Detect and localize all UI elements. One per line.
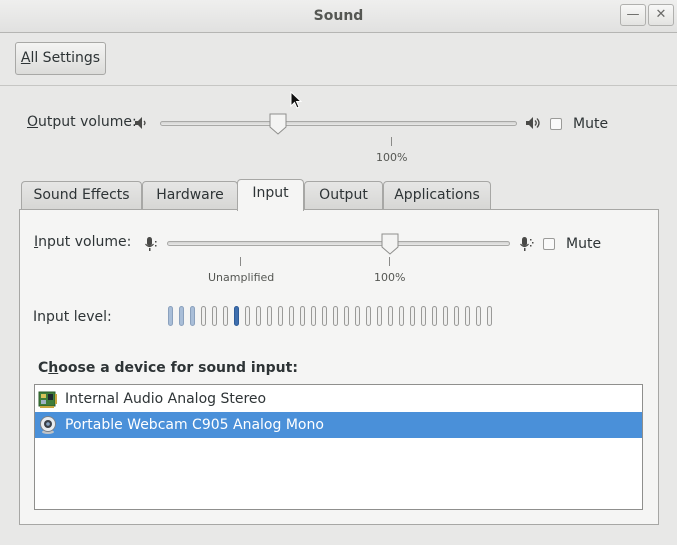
title-bar: Sound — ✕: [0, 0, 677, 33]
level-segment: [322, 306, 327, 326]
output-100-tick: [391, 137, 392, 146]
microphone-low-icon: [145, 237, 157, 251]
minimize-button[interactable]: —: [620, 4, 646, 26]
level-segment: [344, 306, 349, 326]
minimize-icon: —: [626, 7, 640, 22]
input-100-mark: 100%: [374, 271, 406, 284]
input-level-label: Input level:: [33, 309, 112, 325]
tab-output[interactable]: Output: [304, 181, 383, 210]
level-segment: [300, 306, 305, 326]
sound-card-icon: [38, 391, 57, 408]
speaker-low-icon: [135, 117, 146, 129]
level-segment: [421, 306, 426, 326]
level-segment: [388, 306, 393, 326]
unamplified-tick: [240, 257, 241, 266]
output-volume-slider[interactable]: [160, 121, 517, 126]
level-segment: [245, 306, 250, 326]
level-segment: [355, 306, 360, 326]
level-segment: [432, 306, 437, 326]
tab-input[interactable]: Input: [237, 179, 304, 211]
tab-hardware[interactable]: Hardware: [142, 181, 238, 210]
output-volume-label: Output volume:: [27, 114, 137, 130]
level-segment: [333, 306, 338, 326]
input-volume-slider[interactable]: [167, 241, 510, 246]
tab-applications[interactable]: Applications: [383, 181, 491, 210]
toolbar: All Settings: [0, 33, 677, 86]
level-segment: [212, 306, 217, 326]
level-segment: [267, 306, 272, 326]
level-segment: [454, 306, 459, 326]
level-segment: [190, 306, 195, 326]
level-segment: [410, 306, 415, 326]
level-segment: [256, 306, 261, 326]
level-segment: [278, 306, 283, 326]
level-segment: [289, 306, 294, 326]
speaker-high-icon: [526, 117, 540, 129]
level-segment: [476, 306, 481, 326]
level-segment: [399, 306, 404, 326]
level-segment: [311, 306, 316, 326]
device-row-webcam[interactable]: Portable Webcam C905 Analog Mono: [35, 412, 642, 438]
input-mute-label: Mute: [566, 236, 602, 252]
level-segment: [179, 306, 184, 326]
window-title: Sound: [313, 8, 364, 24]
input-100-tick: [389, 257, 390, 266]
level-segment: [465, 306, 470, 326]
input-mute-checkbox[interactable]: [543, 238, 555, 250]
level-segment: [201, 306, 206, 326]
device-row-internal-audio[interactable]: Internal Audio Analog Stereo: [35, 386, 642, 412]
output-mute-label: Mute: [573, 116, 609, 132]
output-mute-checkbox[interactable]: [550, 118, 562, 130]
tab-sound-effects[interactable]: Sound Effects: [21, 181, 142, 210]
level-segment: [366, 306, 371, 326]
device-label: Internal Audio Analog Stereo: [65, 391, 267, 407]
device-label: Portable Webcam C905 Analog Mono: [65, 417, 324, 433]
webcam-icon: [40, 416, 56, 434]
microphone-high-icon: [520, 237, 534, 251]
input-device-list: Internal Audio Analog Stereo Portable We…: [34, 384, 643, 510]
output-100-mark: 100%: [376, 151, 408, 164]
level-segment: [234, 306, 239, 326]
mouse-pointer-icon: [290, 91, 302, 109]
close-button[interactable]: ✕: [648, 4, 674, 26]
all-settings-button[interactable]: All Settings: [15, 42, 106, 75]
close-icon: ✕: [655, 7, 667, 22]
input-volume-label: Input volume:: [34, 234, 132, 250]
level-segment: [377, 306, 382, 326]
unamplified-mark: Unamplified: [208, 271, 275, 284]
all-settings-label: ll Settings: [30, 50, 101, 66]
level-segment: [443, 306, 448, 326]
level-segment: [223, 306, 228, 326]
device-heading: Choose a device for sound input:: [38, 360, 298, 376]
level-segment: [168, 306, 173, 326]
level-segment: [487, 306, 492, 326]
